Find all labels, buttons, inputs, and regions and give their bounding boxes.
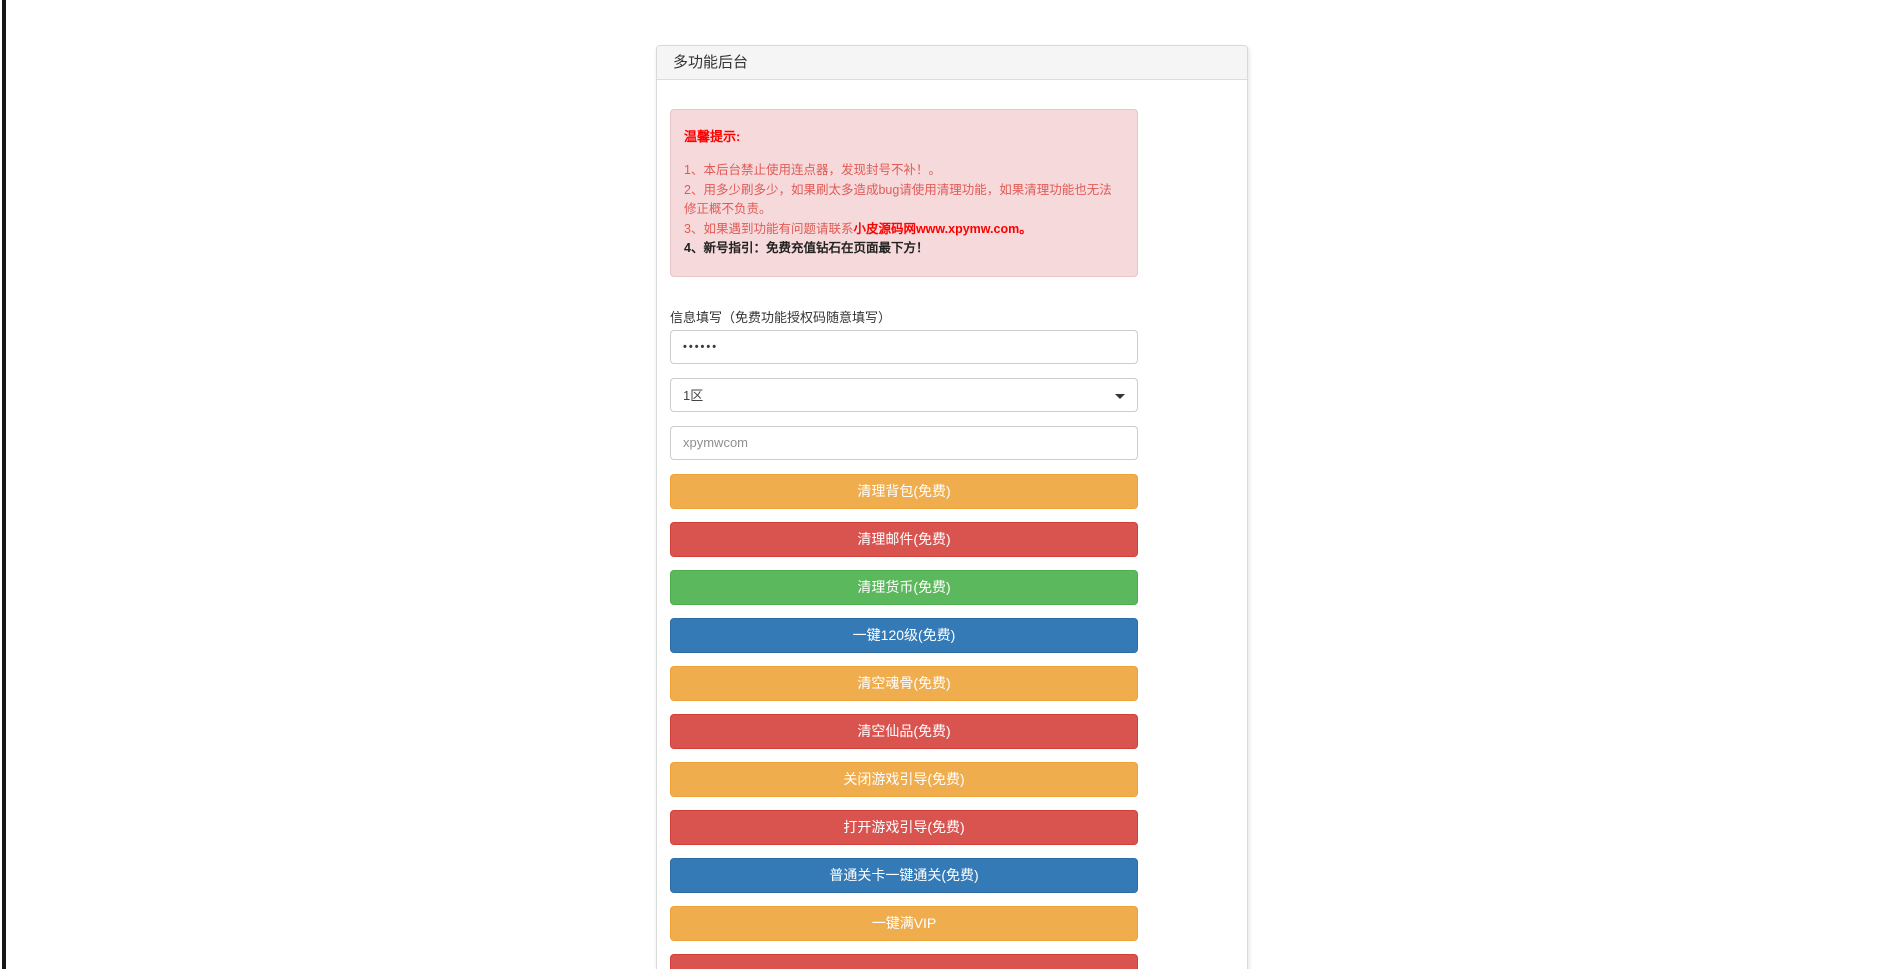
notice-alert: 温馨提示: 1、本后台禁止使用连点器，发现封号不补！。 2、用多少刷多少，如果刷… xyxy=(670,109,1138,277)
clean-mail-button[interactable]: 清理邮件(免费) xyxy=(670,521,1138,557)
notice-line-4: 4、新号指引：免费充值钻石在页面最下方！ xyxy=(684,241,929,255)
notice-line-3-suffix: 。 xyxy=(1019,221,1032,236)
normal-stage-one-click-clear-button[interactable]: 普通关卡一键通关(免费) xyxy=(670,857,1138,893)
notice-title: 温馨提示: xyxy=(684,129,741,144)
clipped-bottom-button[interactable] xyxy=(670,953,1138,969)
clean-backpack-button[interactable]: 清理背包(免费) xyxy=(670,473,1138,509)
auth-code-input[interactable]: •••••• xyxy=(670,329,1138,364)
close-game-guide-button[interactable]: 关闭游戏引导(免费) xyxy=(670,761,1138,797)
clear-immortal-item-button[interactable]: 清空仙品(免费) xyxy=(670,713,1138,749)
content-column: 温馨提示: 1、本后台禁止使用连点器，发现封号不补！。 2、用多少刷多少，如果刷… xyxy=(670,109,1138,969)
clean-currency-button[interactable]: 清理货币(免费) xyxy=(670,569,1138,605)
region-select-value: 1区 xyxy=(683,388,704,403)
notice-line-2: 2、用多少刷多少，如果刷太多造成bug请使用清理功能，如果清理功能也无法修正概不… xyxy=(684,182,1112,217)
admin-panel: 多功能后台 温馨提示: 1、本后台禁止使用连点器，发现封号不补！。 2、用多少刷… xyxy=(656,45,1248,969)
notice-line-3-text: 3、如果遇到功能有问题请联系 xyxy=(684,221,854,236)
panel-header: 多功能后台 xyxy=(657,46,1247,80)
chevron-down-icon xyxy=(1115,393,1125,399)
account-value: xpymwcom xyxy=(683,435,749,450)
one-click-max-vip-button[interactable]: 一键满VIP xyxy=(670,905,1138,941)
contact-site-link[interactable]: 小皮源码网www.xpymw.com xyxy=(853,222,1019,236)
account-input[interactable]: xpymwcom xyxy=(670,425,1138,460)
panel-body: 温馨提示: 1、本后台禁止使用连点器，发现封号不补！。 2、用多少刷多少，如果刷… xyxy=(657,80,1247,969)
notice-line-1: 1、本后台禁止使用连点器，发现封号不补！。 xyxy=(684,163,941,177)
form-section-label: 信息填写（免费功能授权码随意填写） xyxy=(670,309,892,325)
notice-line-3: 3、如果遇到功能有问题请联系小皮源码网www.xpymw.com。 xyxy=(684,220,1124,240)
window-left-edge xyxy=(2,0,6,969)
open-game-guide-button[interactable]: 打开游戏引导(免费) xyxy=(670,809,1138,845)
one-click-level120-button[interactable]: 一键120级(免费) xyxy=(670,617,1138,653)
region-select[interactable]: 1区 xyxy=(670,377,1138,412)
auth-code-value: •••••• xyxy=(683,340,719,353)
page-title: 多功能后台 xyxy=(673,54,749,71)
clear-soul-bone-button[interactable]: 清空魂骨(免费) xyxy=(670,665,1138,701)
